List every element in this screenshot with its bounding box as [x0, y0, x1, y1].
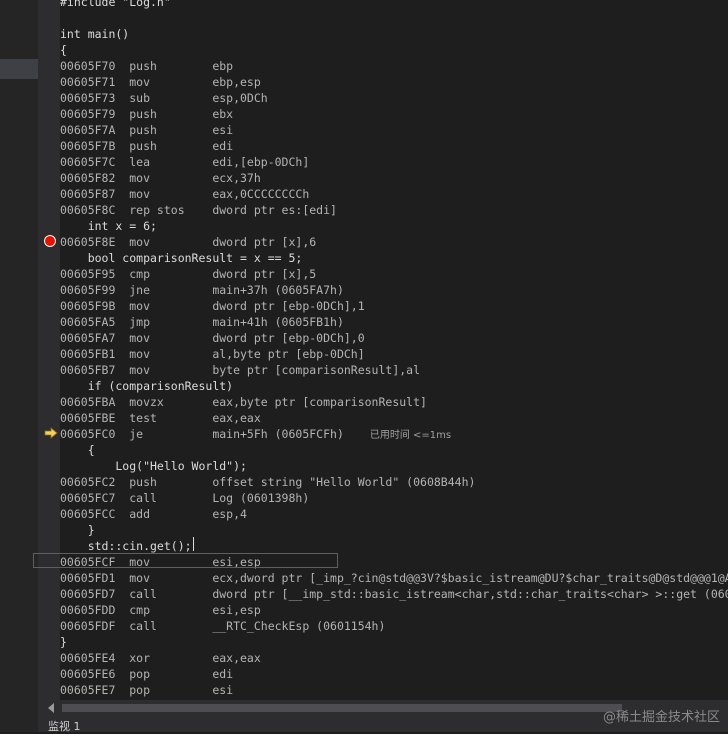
disassembly-line[interactable]: 00605F7A push esi: [60, 122, 233, 138]
line-text: std::cin.get();: [60, 539, 192, 553]
disassembly-line[interactable]: 00605FA5 jmp main+41h (0605FB1h): [60, 314, 344, 330]
tool-panel-item[interactable]: [0, 59, 38, 79]
line-text: Log("Hello World");: [60, 459, 247, 473]
line-text: 00605F8C rep stos dword ptr es:[edi]: [60, 203, 337, 217]
line-text: 00605F95 cmp dword ptr [x],5: [60, 267, 317, 281]
line-text: 00605FC0 je main+5Fh (0605FCFh): [60, 427, 344, 441]
disassembly-line[interactable]: 00605F95 cmp dword ptr [x],5: [60, 266, 316, 282]
line-text: 00605F71 mov ebp,esp: [60, 75, 261, 89]
disassembly-line[interactable]: 00605FB1 mov al,byte ptr [ebp-0DCh]: [60, 346, 365, 362]
line-text: 00605F7A push esi: [60, 123, 234, 137]
disassembly-line[interactable]: 00605F9B mov dword ptr [ebp-0DCh],1: [60, 298, 365, 314]
disassembly-line[interactable]: 00605F71 mov ebp,esp: [60, 74, 261, 90]
line-text: int x = 6;: [60, 219, 157, 233]
line-text: int main(): [60, 27, 130, 41]
disassembly-line[interactable]: 00605FBE test eax,eax: [60, 410, 261, 426]
disassembly-line[interactable]: 00605F7B push edi: [60, 138, 233, 154]
source-line[interactable]: }: [60, 634, 67, 650]
disassembly-line[interactable]: 00605F87 mov eax,0CCCCCCCCh: [60, 186, 309, 202]
disassembly-line[interactable]: 00605FC0 je main+5Fh (0605FCFh) 已用时间 <=1m…: [60, 426, 451, 442]
line-text: bool comparisonResult = x == 5;: [60, 251, 303, 265]
breakpoint-icon[interactable]: [44, 235, 56, 247]
disassembly-line[interactable]: 00605FBA movzx eax,byte ptr [comparisonR…: [60, 394, 427, 410]
line-text: 00605FBA movzx eax,byte ptr [comparisonR…: [60, 395, 427, 409]
line-text: 00605FE4 xor eax,eax: [60, 651, 261, 665]
disassembly-view[interactable]: #include "Log.h" int main() {00605F70 push…: [60, 0, 728, 700]
watermark: @稀土掘金技术社区: [602, 710, 720, 725]
line-text: 00605F7B push edi: [60, 139, 234, 153]
disassembly-line[interactable]: 00605FDF call __RTC_CheckEsp (0601154h): [60, 618, 385, 634]
source-line[interactable]: {: [60, 442, 95, 458]
text-caret: [193, 537, 194, 551]
line-text: 00605F87 mov eax,0CCCCCCCCh: [60, 187, 310, 201]
scroll-left-icon[interactable]: [48, 703, 54, 713]
line-text: #include "Log.h": [60, 0, 171, 9]
disassembly-line[interactable]: 00605FD1 mov ecx,dword ptr [_imp_?cin@st…: [60, 570, 728, 586]
line-text: if (comparisonResult): [60, 379, 234, 393]
disassembly-line[interactable]: 00605FC2 push offset string "Hello World…: [60, 474, 475, 490]
line-text: 00605F70 push ebp: [60, 59, 234, 73]
disassembly-line[interactable]: 00605F70 push ebp: [60, 58, 233, 74]
line-text: 00605FC7 call Log (0601398h): [60, 491, 310, 505]
line-text: 00605FB1 mov al,byte ptr [ebp-0DCh]: [60, 347, 365, 361]
disassembly-line[interactable]: 00605F99 jne main+37h (0605FA7h): [60, 282, 344, 298]
line-text: 00605FA5 jmp main+41h (0605FB1h): [60, 315, 344, 329]
line-text: 00605FCC add esp,4: [60, 507, 247, 521]
disassembly-line[interactable]: 00605FCC add esp,4: [60, 506, 247, 522]
scrollbar-thumb[interactable]: [62, 704, 622, 712]
line-text: 00605F82 mov ecx,37h: [60, 171, 261, 185]
source-line[interactable]: bool comparisonResult = x == 5;: [60, 250, 303, 266]
line-text: 00605F9B mov dword ptr [ebp-0DCh],1: [60, 299, 365, 313]
line-text: 00605FD1 mov ecx,dword ptr [_imp_?cin@st…: [60, 571, 728, 585]
line-text: 00605F7C lea edi,[ebp-0DCh]: [60, 155, 310, 169]
line-text: 00605FC2 push offset string "Hello World…: [60, 475, 476, 489]
left-tool-panel: [0, 0, 38, 732]
disassembly-line[interactable]: 00605F82 mov ecx,37h: [60, 170, 261, 186]
disassembly-line[interactable]: 00605F8E mov dword ptr [x],6: [60, 234, 316, 250]
line-text: 00605FDD cmp esi,esp: [60, 603, 261, 617]
line-text: 00605FB7 mov byte ptr [comparisonResult]…: [60, 363, 421, 377]
disassembly-line[interactable]: 00605F7C lea edi,[ebp-0DCh]: [60, 154, 309, 170]
disassembly-line[interactable]: 00605F8C rep stos dword ptr es:[edi]: [60, 202, 337, 218]
line-text: 00605FBE test eax,eax: [60, 411, 261, 425]
source-line[interactable]: {: [60, 42, 67, 58]
current-instruction-arrow-icon: [44, 427, 58, 439]
highlight-box: [33, 553, 338, 568]
line-text: 00605FDF call __RTC_CheckEsp (0601154h): [60, 619, 386, 633]
line-text: 00605F99 jne main+37h (0605FA7h): [60, 283, 344, 297]
line-text: {: [60, 43, 67, 57]
line-text: 00605F79 push ebx: [60, 107, 234, 121]
line-text: }: [60, 523, 95, 537]
source-line[interactable]: std::cin.get();: [60, 538, 192, 554]
line-text: 00605FE6 pop edi: [60, 667, 234, 681]
line-text: {: [60, 443, 95, 457]
line-text: 00605F73 sub esp,0DCh: [60, 91, 268, 105]
line-text: 00605FA7 mov dword ptr [ebp-0DCh],0: [60, 331, 365, 345]
elapsed-time-note: 已用时间 <=1ms: [369, 430, 452, 441]
line-text: }: [60, 635, 67, 649]
line-text: 00605FD7 call dword ptr [__imp_std::basi…: [60, 587, 728, 601]
disassembly-line[interactable]: 00605FE4 xor eax,eax: [60, 650, 261, 666]
source-line[interactable]: #include "Log.h": [60, 0, 171, 10]
source-line[interactable]: int main(): [60, 26, 129, 42]
source-line[interactable]: Log("Hello World");: [60, 458, 247, 474]
disassembly-line[interactable]: 00605F79 push ebx: [60, 106, 233, 122]
disassembly-line[interactable]: 00605FB7 mov byte ptr [comparisonResult]…: [60, 362, 420, 378]
breakpoint-gutter[interactable]: [38, 0, 60, 700]
disassembly-line[interactable]: 00605FA7 mov dword ptr [ebp-0DCh],0: [60, 330, 365, 346]
line-text: 00605FE7 pop esi: [60, 683, 234, 697]
line-text: 00605F8E mov dword ptr [x],6: [60, 235, 317, 249]
source-line[interactable]: int x = 6;: [60, 218, 157, 234]
disassembly-line[interactable]: 00605FDD cmp esi,esp: [60, 602, 261, 618]
disassembly-line[interactable]: 00605FE6 pop edi: [60, 666, 233, 682]
disassembly-line[interactable]: 00605F73 sub esp,0DCh: [60, 90, 268, 106]
disassembly-line[interactable]: 00605FD7 call dword ptr [__imp_std::basi…: [60, 586, 728, 602]
disassembly-line[interactable]: 00605FC7 call Log (0601398h): [60, 490, 309, 506]
source-line[interactable]: if (comparisonResult): [60, 378, 233, 394]
source-line[interactable]: }: [60, 522, 95, 538]
disassembly-line[interactable]: 00605FE7 pop esi: [60, 682, 233, 698]
